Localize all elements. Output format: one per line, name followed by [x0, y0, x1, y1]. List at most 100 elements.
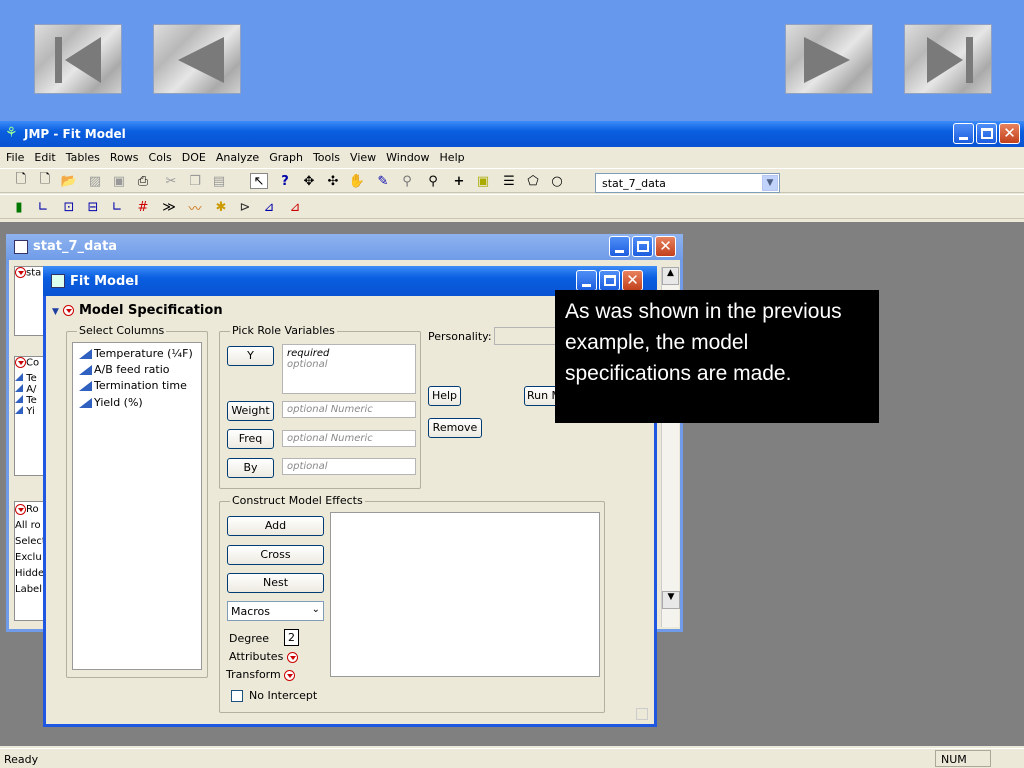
menu-cols[interactable]: Cols: [149, 151, 172, 164]
by-button[interactable]: By: [227, 458, 274, 478]
matched-pairs-icon[interactable]: ⊡: [60, 199, 78, 215]
cut-icon[interactable]: ✂: [162, 173, 180, 189]
move-icon[interactable]: ✣: [324, 173, 342, 189]
column-label: A/B feed ratio: [94, 363, 170, 376]
lasso-icon[interactable]: ⚲: [398, 173, 416, 189]
polygon-icon[interactable]: ⬠: [524, 173, 542, 189]
y-button[interactable]: Y: [227, 346, 274, 366]
menu-view[interactable]: View: [350, 151, 376, 164]
new-file-icon[interactable]: 🗋: [36, 172, 54, 189]
weight-field[interactable]: optional Numeric: [282, 401, 416, 418]
chevron-down-icon[interactable]: ▼: [762, 175, 778, 191]
menu-tables[interactable]: Tables: [66, 151, 100, 164]
circle-icon[interactable]: ○: [548, 173, 566, 189]
annotate-icon[interactable]: ▣: [474, 173, 492, 189]
pls-icon[interactable]: ⊳: [236, 199, 254, 215]
overlay-plot-icon[interactable]: ⊿: [260, 199, 278, 215]
menu-doe[interactable]: DOE: [182, 151, 206, 164]
remove-button[interactable]: Remove: [428, 418, 482, 438]
nonlinear-icon[interactable]: ∟: [108, 199, 126, 215]
new-doc-icon[interactable]: 🗋: [12, 172, 30, 189]
y-role-list[interactable]: required optional: [282, 344, 416, 394]
time-series-icon[interactable]: 〰: [186, 199, 204, 217]
help-button[interactable]: Help: [428, 386, 461, 406]
data-maximize-button[interactable]: [632, 236, 653, 257]
lines-icon[interactable]: ☰: [500, 173, 518, 189]
help-cursor-icon[interactable]: ?: [276, 173, 294, 189]
no-intercept-checkbox[interactable]: [231, 689, 243, 702]
app-title: JMP - Fit Model: [24, 127, 126, 141]
previous-slide-button[interactable]: [153, 24, 241, 94]
hand-icon[interactable]: ✋: [348, 173, 366, 189]
menu-edit[interactable]: Edit: [34, 151, 55, 164]
cross-button[interactable]: Cross: [227, 545, 324, 565]
import-icon[interactable]: ▨: [86, 173, 104, 189]
minimize-button[interactable]: [953, 123, 974, 144]
menu-help[interactable]: Help: [440, 151, 465, 164]
column-label: Yield (%): [94, 396, 143, 409]
add-button[interactable]: Add: [227, 516, 324, 536]
transform-menu[interactable]: Transform: [226, 668, 296, 681]
open-folder-icon[interactable]: 📂: [60, 173, 78, 189]
nest-button[interactable]: Nest: [227, 573, 324, 593]
menu-analyze[interactable]: Analyze: [216, 151, 259, 164]
y-optional-label: optional: [287, 359, 328, 370]
chart-icon[interactable]: ⊿: [286, 199, 304, 215]
close-button[interactable]: ✕: [999, 123, 1020, 144]
menu-tools[interactable]: Tools: [313, 151, 340, 164]
freq-button[interactable]: Freq: [227, 429, 274, 449]
next-slide-button[interactable]: [785, 24, 873, 94]
last-slide-button[interactable]: [904, 24, 992, 94]
fit-maximize-button[interactable]: [599, 270, 620, 291]
by-field[interactable]: optional: [282, 458, 416, 475]
model-spec-menu-icon[interactable]: [63, 305, 75, 316]
weight-button[interactable]: Weight: [227, 401, 274, 421]
resize-grip[interactable]: [636, 708, 648, 720]
first-slide-button[interactable]: [34, 24, 122, 94]
columns-menu-icon[interactable]: [15, 357, 26, 368]
list-item[interactable]: Temperature (¼F): [79, 347, 193, 360]
list-item[interactable]: A/B feed ratio: [79, 363, 170, 376]
plus-icon[interactable]: +: [450, 173, 468, 189]
crosshair-icon[interactable]: ✥: [300, 173, 318, 189]
arrow-cursor-icon[interactable]: ↖: [250, 173, 268, 189]
data-minimize-button[interactable]: [609, 236, 630, 257]
rows-menu-icon[interactable]: [15, 503, 26, 515]
panel-menu-icon[interactable]: [15, 267, 26, 278]
copy-icon[interactable]: ❐: [186, 173, 204, 189]
freq-field[interactable]: optional Numeric: [282, 430, 416, 447]
list-item[interactable]: Yield (%): [79, 396, 143, 409]
degree-field[interactable]: 2: [284, 629, 299, 646]
macros-select[interactable]: Macros ⌄: [227, 601, 324, 621]
brush-icon[interactable]: ✎: [374, 173, 392, 189]
print-icon[interactable]: ⎙: [134, 173, 152, 189]
attributes-menu[interactable]: Attributes: [229, 650, 298, 663]
menu-file[interactable]: File: [6, 151, 24, 164]
maximize-button[interactable]: [976, 123, 997, 144]
magnifier-icon[interactable]: ⚲: [424, 173, 442, 189]
cluster-icon[interactable]: ✱: [212, 199, 230, 215]
menu-rows[interactable]: Rows: [110, 151, 139, 164]
column-label: Te: [26, 394, 37, 406]
disclosure-triangle-icon[interactable]: ▼: [52, 307, 59, 317]
save-icon[interactable]: ▣: [110, 173, 128, 189]
fit-model-icon[interactable]: ⊟: [84, 199, 102, 215]
data-window-title: stat_7_data: [33, 239, 118, 254]
model-effects-list[interactable]: [330, 512, 600, 677]
model-spec-header[interactable]: ▼ Model Specification: [52, 303, 223, 318]
personality-select[interactable]: [494, 327, 564, 345]
menu-window[interactable]: Window: [386, 151, 429, 164]
list-item[interactable]: Termination time: [79, 379, 187, 392]
fit-y-by-x-icon[interactable]: ∟: [34, 199, 52, 215]
table-select[interactable]: stat_7_data ▼: [595, 173, 780, 193]
no-intercept-option[interactable]: No Intercept: [231, 689, 317, 702]
multivariate-icon[interactable]: #: [134, 199, 152, 215]
distribution-icon[interactable]: ▮: [10, 199, 28, 215]
survival-icon[interactable]: ≫: [160, 199, 178, 215]
fit-close-button[interactable]: ✕: [622, 270, 643, 291]
paste-icon[interactable]: ▤: [210, 173, 228, 189]
menu-graph[interactable]: Graph: [269, 151, 303, 164]
data-close-button[interactable]: ✕: [655, 236, 676, 257]
continuous-icon: [79, 348, 92, 359]
fit-minimize-button[interactable]: [576, 270, 597, 291]
